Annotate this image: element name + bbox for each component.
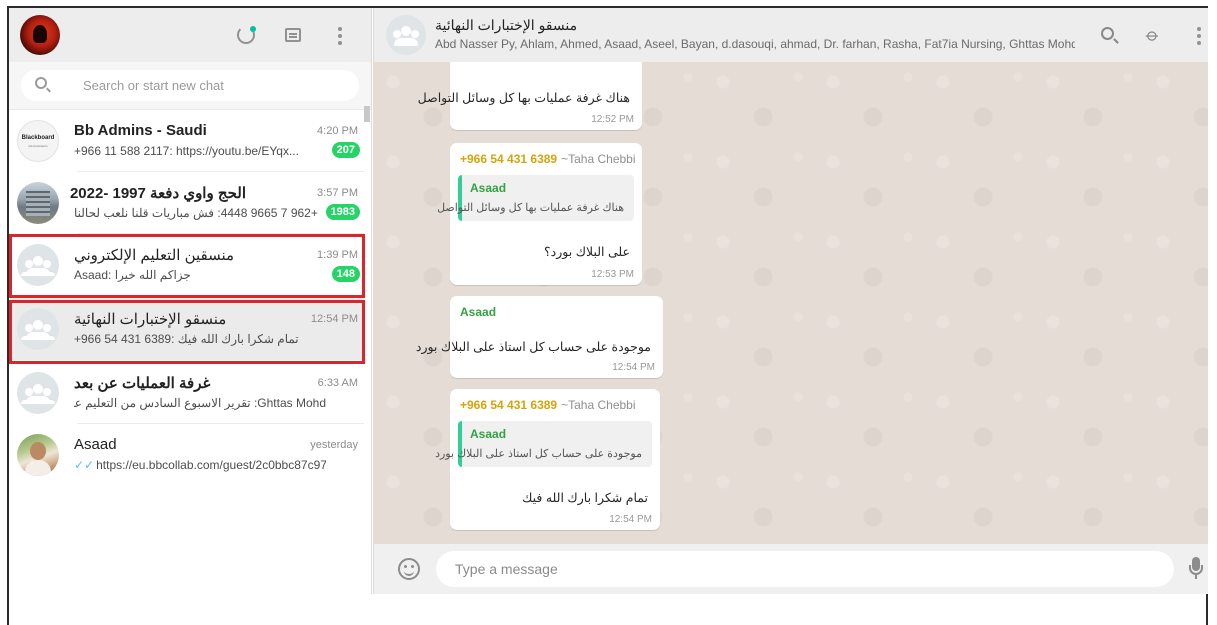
group-icon [17,372,59,414]
search-box[interactable] [21,70,359,101]
profile-avatar[interactable] [20,15,60,55]
chat-item-operations-room[interactable]: غرفة العمليات عن بعد 6:33 AM Ghttas Mohd… [9,362,364,424]
chat-time: 3:57 PM [317,187,358,199]
sidebar-header [9,8,371,62]
chat-preview: ✓✓ https://eu.bbcollab.com/guest/2c0bbc87… [74,458,326,472]
whatsapp-web-window: Blackboard Administrators Bb Admins - Sa… [7,6,1208,625]
quote-text: هناك غرفة عمليات بها كل وسائل التواصل [437,202,624,214]
chat-title: Bb Admins - Saudi [74,122,207,139]
message-input[interactable] [436,551,1174,587]
chat-time: yesterday [310,439,358,451]
message-bubble[interactable]: هناك غرفة عمليات بها كل وسائل التواصل 12… [418,62,642,130]
sender-alias: ~Taha Chebbi [561,152,636,166]
quote-sender: Asaad [470,181,507,195]
group-icon[interactable] [386,15,426,55]
chat-list-panel: Blackboard Administrators Bb Admins - Sa… [9,8,372,594]
chat-title: Asaad [74,436,117,453]
status-icon[interactable] [235,24,257,46]
quote-sender: Asaad [470,427,507,441]
search-input[interactable] [83,70,343,101]
chat-time: 6:33 AM [317,377,358,389]
avatar-logo-subtext: Administrators [28,144,48,148]
chat-item-bb-admins[interactable]: Blackboard Administrators Bb Admins - Sa… [9,110,364,172]
highlight-box [9,234,365,298]
person-photo-avatar [17,434,59,476]
conversation-members: Abd Nasser Py, Ahlam, Ahmed, Asaad, Asee… [435,37,1075,51]
unread-badge: 1983 [325,204,360,220]
new-chat-icon[interactable] [282,24,304,46]
chat-item-asaad[interactable]: Asaad yesterday ✓✓ https://eu.bbcollab.co… [9,424,364,486]
message-time: 12:52 PM [591,114,634,125]
unread-badge: 207 [331,142,360,158]
chat-title: الحج واوي دفعة 1997 -2022 [69,185,246,202]
message-sender: Asaad [460,305,497,319]
conversation-header[interactable]: منسقو الإختبارات النهائية Abd Nasser Py,… [373,8,1208,62]
sender-alias: ~Taha Chebbi [561,398,636,412]
compose-bar [373,544,1208,594]
message-area[interactable]: هناك غرفة عمليات بها كل وسائل التواصل 12… [373,62,1208,544]
menu-icon[interactable] [329,24,351,46]
avatar-logo-text: Blackboard [21,135,55,141]
chat-list: Blackboard Administrators Bb Admins - Sa… [9,106,371,590]
highlight-box [9,300,365,364]
quoted-message[interactable]: Asaad موجودة على حساب كل استاذ على البلا… [435,421,652,467]
building-photo-avatar [17,182,59,224]
message-text: على البلاك بورد؟ [544,245,630,259]
conversation-title: منسقو الإختبارات النهائية [435,17,578,33]
message-text: هناك غرفة عمليات بها كل وسائل التواصل [417,91,630,105]
message-sender: +966 54 431 6389 ~Taha Chebbi [460,152,636,166]
avatar: Blackboard Administrators [17,120,59,162]
microphone-icon[interactable] [1189,557,1203,579]
attach-icon[interactable]: ⌀ [1137,19,1168,50]
search-bar [9,62,371,110]
message-bubble[interactable]: +966 54 431 6389 ~Taha Chebbi Asaad هناك … [437,143,642,285]
chat-title: غرفة العمليات عن بعد [74,375,211,392]
message-text: موجودة على حساب كل استاذ على البلاك بورد [415,340,651,354]
quote-text: موجودة على حساب كل استاذ على البلاك بورد [435,448,642,460]
message-time: 12:53 PM [591,269,634,280]
chat-time: 4:20 PM [317,125,358,137]
emoji-icon[interactable] [398,558,420,580]
chat-list-scrollbar[interactable] [364,106,370,122]
chat-preview: +966 11 588 2117: https://youtu.be/EYqx.… [74,144,299,158]
chat-preview-text: https://eu.bbcollab.com/guest/2c0bbc87c9… [96,458,326,472]
message-time: 12:54 PM [609,514,652,525]
chat-preview: +962 7 9665 4448: فش مباريات قلنا نلعب ل… [74,206,318,220]
chat-item-hajj-group[interactable]: الحج واوي دفعة 1997 -2022 3:57 PM +962 7… [9,172,364,234]
menu-icon[interactable] [1188,24,1210,46]
quoted-message[interactable]: Asaad هناك غرفة عمليات بها كل وسائل التو… [437,175,634,221]
message-time: 12:54 PM [612,362,655,373]
conversation-panel: منسقو الإختبارات النهائية Abd Nasser Py,… [373,8,1208,594]
message-sender: +966 54 431 6389 ~Taha Chebbi [460,398,636,412]
search-icon[interactable] [1098,24,1120,46]
message-bubble[interactable]: Asaad موجودة على حساب كل استاذ على البلا… [416,296,663,378]
double-check-icon: ✓✓ [74,458,95,472]
message-text: تمام شكرا بارك الله فيك [522,491,648,505]
search-icon [35,77,47,89]
message-bubble[interactable]: +966 54 431 6389 ~Taha Chebbi Asaad موجود… [435,389,660,530]
chat-preview: Ghttas Mohd: تقرير الاسبوع السادس من الت… [74,396,326,410]
